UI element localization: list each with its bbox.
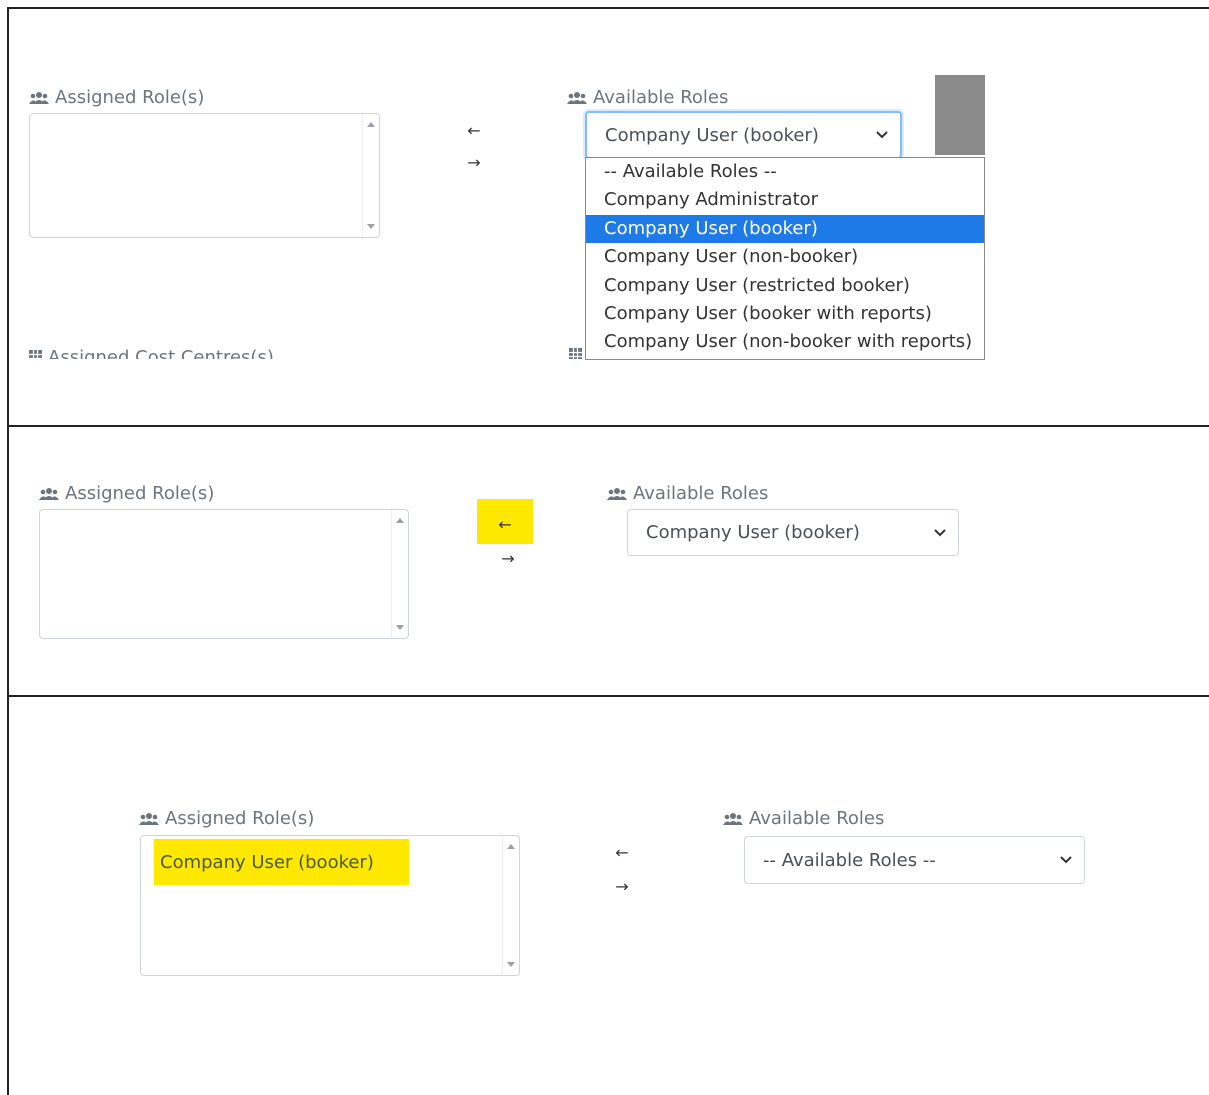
assigned-cost-centres-text: Assigned Cost Centres(s) xyxy=(48,347,274,359)
available-cost-centres-icon-wrap xyxy=(569,345,582,359)
chevron-down-icon xyxy=(1060,856,1072,864)
listbox-scrollbar[interactable] xyxy=(391,510,408,638)
scroll-down-icon[interactable] xyxy=(396,625,404,630)
available-roles-label-text: Available Roles xyxy=(633,483,769,504)
scroll-up-icon[interactable] xyxy=(367,122,375,127)
assigned-roles-label-text: Assigned Role(s) xyxy=(65,483,215,504)
dropdown-option[interactable]: Company Administrator xyxy=(586,186,984,214)
available-roles-select[interactable]: Company User (booker) xyxy=(627,509,959,556)
assigned-roles-label: Assigned Role(s) xyxy=(29,87,204,108)
assigned-roles-label-text: Assigned Role(s) xyxy=(165,808,315,829)
table-grid-icon xyxy=(569,348,582,359)
available-roles-dropdown[interactable]: -- Available Roles -- Company Administra… xyxy=(585,157,985,360)
assigned-roles-label-text: Assigned Role(s) xyxy=(55,87,205,108)
assigned-roles-listbox[interactable] xyxy=(29,113,380,238)
scroll-down-icon[interactable] xyxy=(367,224,375,229)
users-icon xyxy=(567,91,587,104)
listbox-scrollbar[interactable] xyxy=(362,114,379,237)
select-value: Company User (booker) xyxy=(605,124,819,146)
available-roles-label: Available Roles xyxy=(723,808,884,829)
panel-step-3: Assigned Role(s) Company User (booker) ←… xyxy=(7,695,1209,1095)
dropdown-option[interactable]: Company User (non-booker) xyxy=(586,243,984,271)
panel-step-2: Assigned Role(s) ← → Available Roles Com… xyxy=(7,425,1209,697)
available-roles-label-text: Available Roles xyxy=(749,808,885,829)
chevron-down-icon xyxy=(934,528,946,536)
move-right-button[interactable]: → xyxy=(464,153,484,173)
dropdown-option[interactable]: Company User (restricted booker) xyxy=(586,272,984,300)
panel-step-1: Assigned Role(s) ← → Available Roles Com… xyxy=(7,7,1209,427)
users-icon xyxy=(29,91,49,104)
available-roles-label: Available Roles xyxy=(567,87,728,108)
dropdown-option[interactable]: -- Available Roles -- xyxy=(586,158,984,186)
available-roles-select[interactable]: Company User (booker) xyxy=(585,111,902,159)
select-value: Company User (booker) xyxy=(646,522,860,543)
select-value: -- Available Roles -- xyxy=(763,849,936,871)
move-left-button[interactable]: ← xyxy=(464,121,484,141)
available-roles-select[interactable]: -- Available Roles -- xyxy=(744,836,1085,884)
move-left-button[interactable]: ← xyxy=(612,843,632,863)
table-grid-icon xyxy=(29,350,42,359)
scroll-down-icon[interactable] xyxy=(507,962,515,967)
assigned-roles-listbox[interactable]: Company User (booker) xyxy=(140,835,520,976)
dropdown-option[interactable]: Company User (non-booker with reports) xyxy=(586,328,984,356)
available-roles-label-text: Available Roles xyxy=(593,87,729,108)
users-icon xyxy=(607,487,627,500)
scroll-up-icon[interactable] xyxy=(507,844,515,849)
assigned-roles-listbox[interactable] xyxy=(39,509,409,639)
assigned-cost-centres-label: Assigned Cost Centres(s) xyxy=(29,345,274,359)
assigned-roles-label: Assigned Role(s) xyxy=(39,483,214,504)
listbox-scrollbar[interactable] xyxy=(502,836,519,975)
chevron-down-icon xyxy=(876,131,888,139)
move-right-button[interactable]: → xyxy=(498,549,518,569)
users-icon xyxy=(139,812,159,825)
assigned-roles-label: Assigned Role(s) xyxy=(139,808,314,829)
available-roles-label: Available Roles xyxy=(607,483,768,504)
move-right-button[interactable]: → xyxy=(612,877,632,897)
users-icon xyxy=(39,487,59,500)
users-icon xyxy=(723,812,743,825)
dropdown-option[interactable]: Company User (booker with reports) xyxy=(586,300,984,328)
assigned-role-item[interactable]: Company User (booker) xyxy=(154,839,409,885)
dropdown-option-selected[interactable]: Company User (booker) xyxy=(586,214,984,244)
background-element xyxy=(935,75,985,155)
move-left-button[interactable]: ← xyxy=(495,515,515,535)
scroll-up-icon[interactable] xyxy=(396,518,404,523)
